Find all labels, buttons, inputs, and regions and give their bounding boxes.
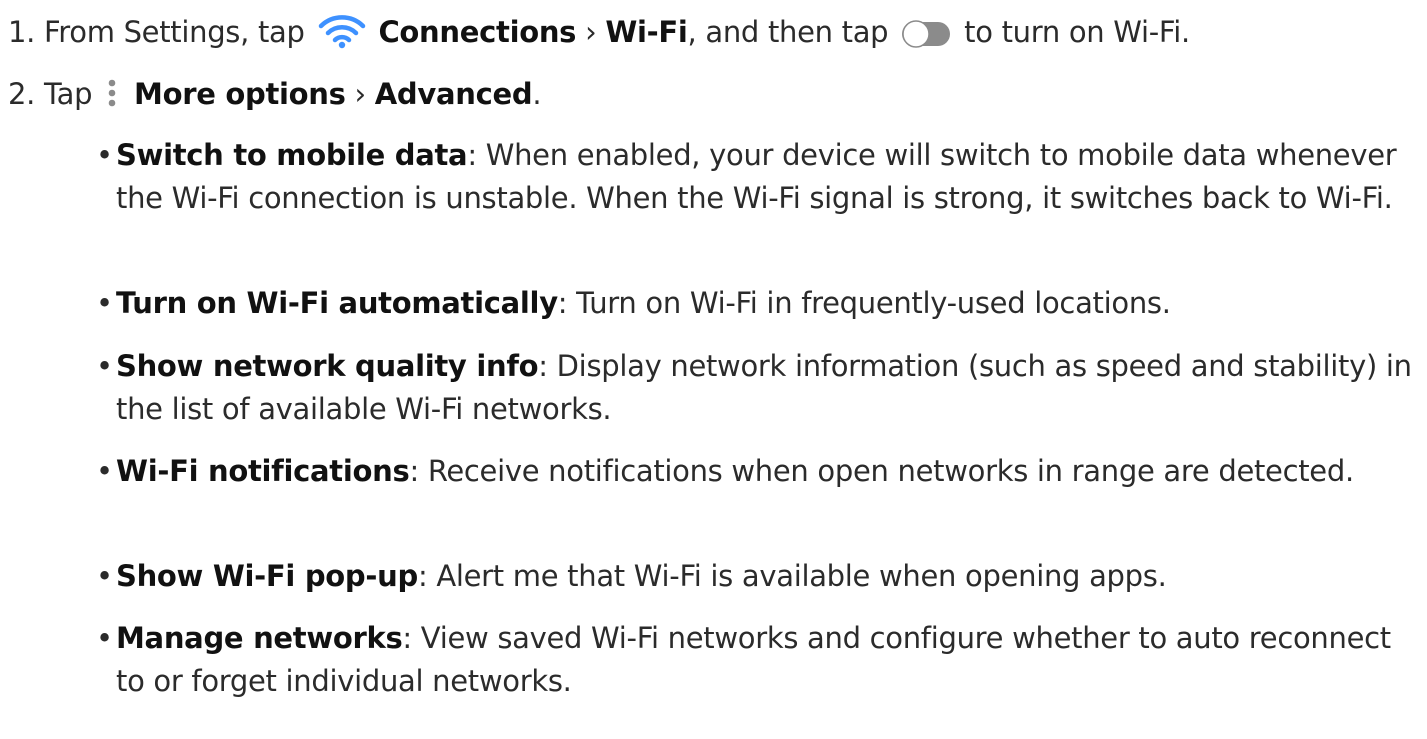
list-item: • Wi-Fi notifications: Receive notificat…: [96, 450, 1416, 493]
option-description: : Turn on Wi-Fi in frequently-used locat…: [557, 286, 1171, 320]
step-number: 1.: [8, 15, 36, 49]
step-number: 2.: [8, 77, 36, 111]
step-text: to turn on Wi-Fi.: [964, 15, 1190, 49]
step-1: 1. From Settings, tap Connections › Wi-F…: [8, 11, 1190, 53]
more-options-icon: [105, 74, 119, 112]
bullet-icon: •: [96, 621, 113, 655]
option-term: Wi-Fi notifications: [116, 454, 410, 488]
toggle-icon: [901, 17, 951, 48]
list-item: • Switch to mobile data: When enabled, y…: [96, 134, 1416, 219]
step-2: 2. Tap More options › Advanced.: [8, 73, 542, 115]
connections-label: Connections: [378, 15, 577, 49]
option-description: : Alert me that Wi-Fi is available when …: [417, 559, 1167, 593]
bullet-icon: •: [96, 138, 113, 172]
bullet-icon: •: [96, 559, 113, 593]
option-term: Show network quality info: [116, 349, 539, 383]
more-options-label: More options: [134, 77, 346, 111]
option-description: : Receive notifications when open networ…: [409, 454, 1354, 488]
list-item: • Show Wi-Fi pop-up: Alert me that Wi-Fi…: [96, 555, 1416, 598]
step-text: Tap: [44, 77, 93, 111]
list-item: • Show network quality info: Display net…: [96, 345, 1416, 430]
step-text: .: [532, 77, 542, 111]
option-term: Switch to mobile data: [116, 138, 468, 172]
step-text: , and then tap: [687, 15, 889, 49]
bullet-icon: •: [96, 349, 113, 383]
list-item: • Manage networks: View saved Wi-Fi netw…: [96, 617, 1416, 702]
option-term: Show Wi-Fi pop-up: [116, 559, 418, 593]
bullet-icon: •: [96, 454, 113, 488]
wifi-icon: [318, 13, 366, 49]
wifi-label: Wi-Fi: [605, 15, 688, 49]
chevron-separator: ›: [354, 77, 367, 111]
list-item: • Turn on Wi-Fi automatically: Turn on W…: [96, 282, 1416, 325]
bullet-icon: •: [96, 286, 113, 320]
advanced-label: Advanced: [374, 77, 533, 111]
chevron-separator: ›: [585, 15, 597, 49]
option-term: Manage networks: [116, 621, 403, 655]
step-text: From Settings, tap: [44, 15, 305, 49]
option-term: Turn on Wi-Fi automatically: [116, 286, 558, 320]
